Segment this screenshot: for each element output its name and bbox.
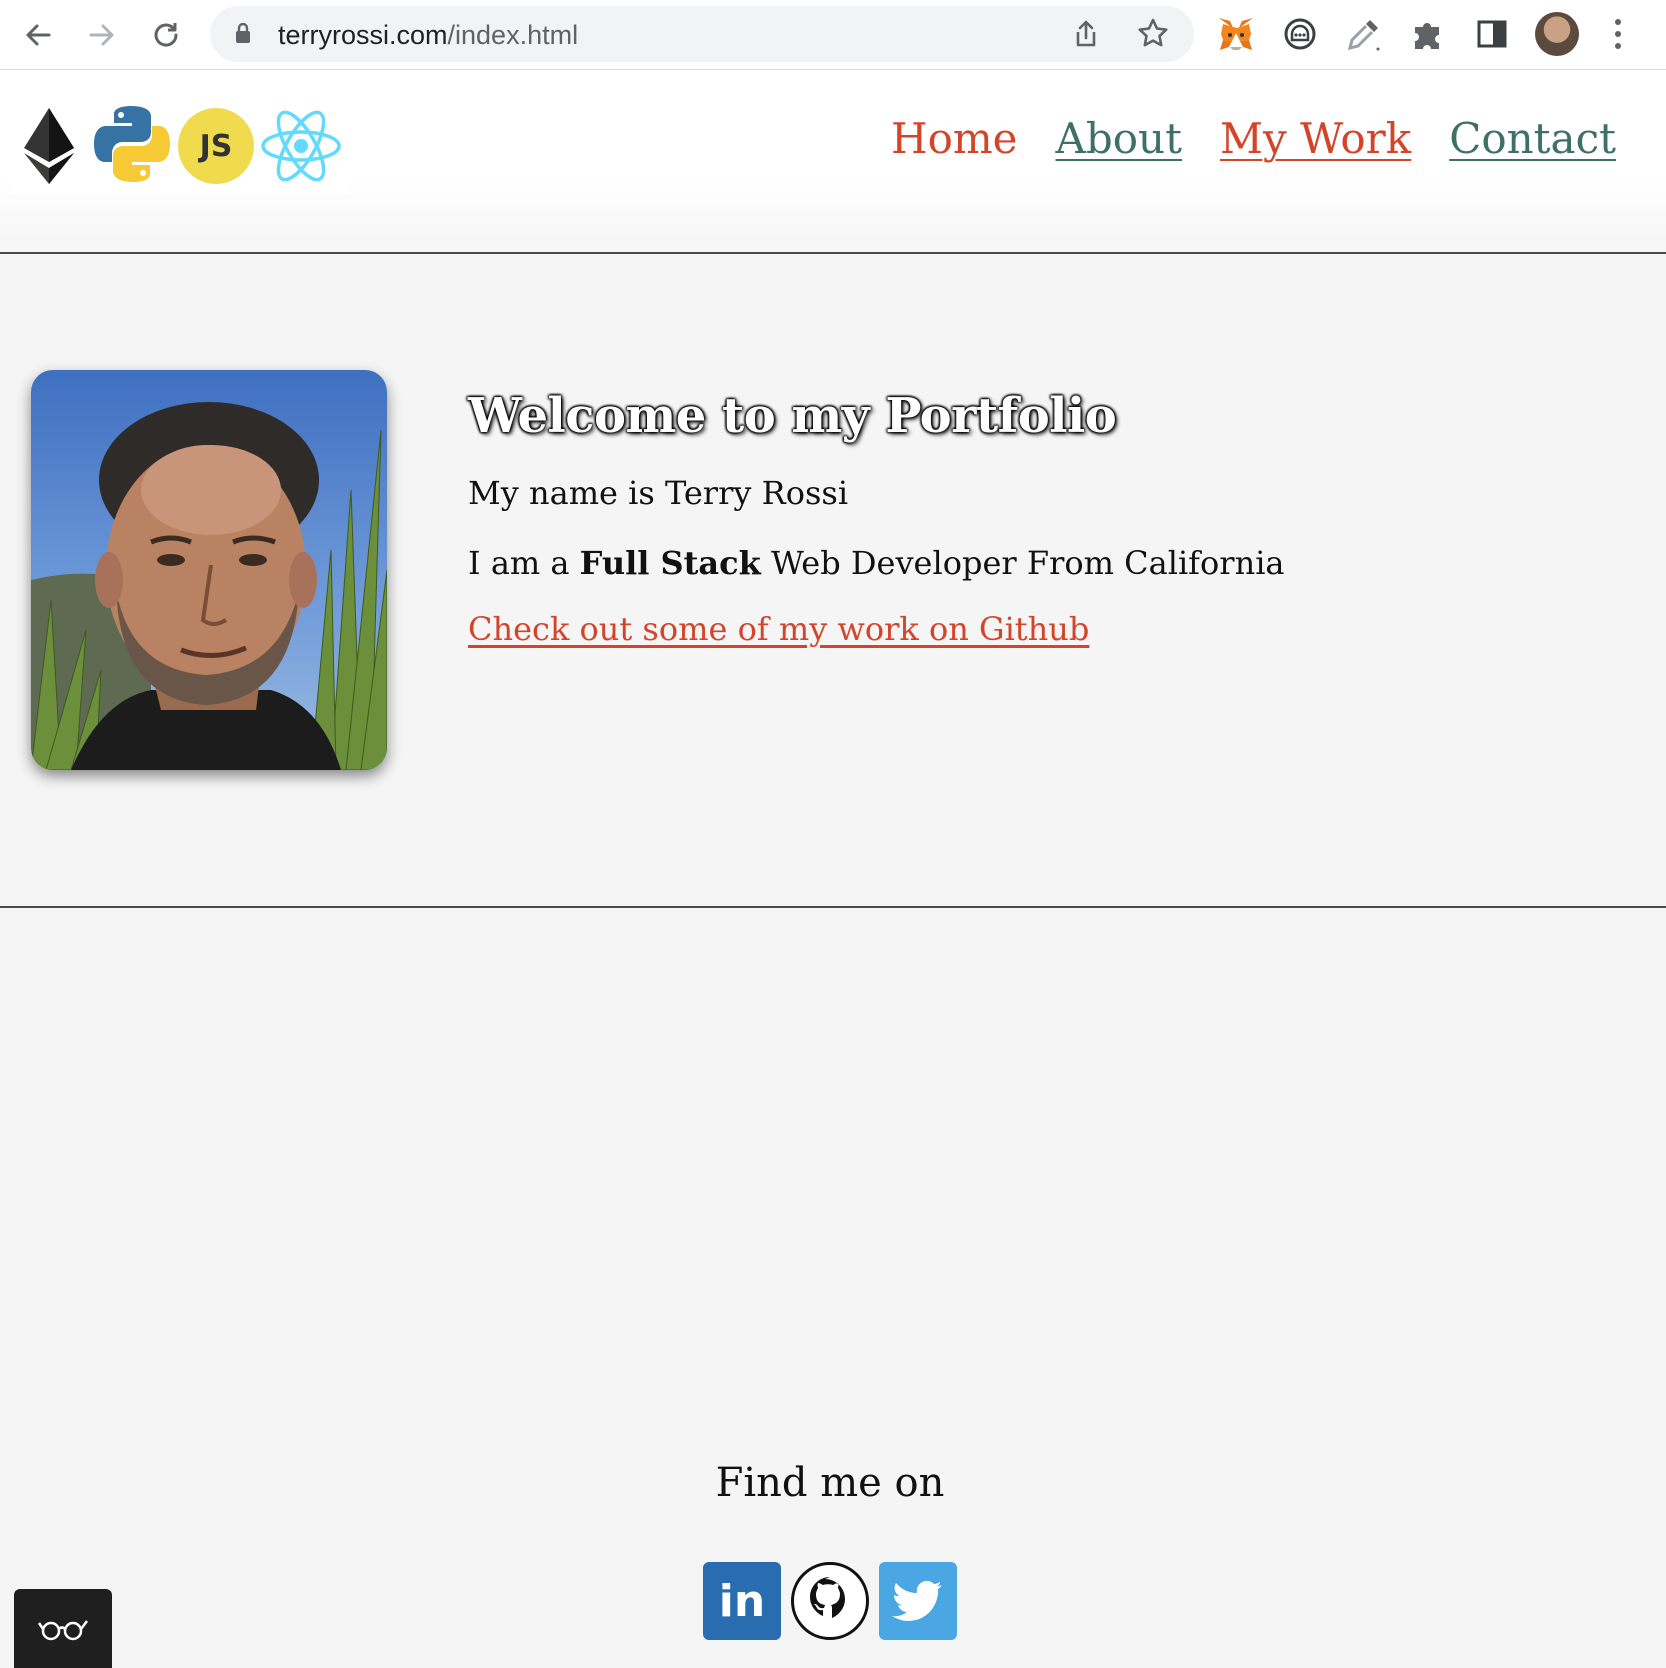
share-icon[interactable] [1070, 18, 1102, 50]
role-suffix: Web Developer From California [760, 544, 1285, 582]
star-icon[interactable] [1136, 16, 1170, 50]
address-bar[interactable]: terryrossi.com/index.html [210, 6, 1194, 62]
glasses-icon [37, 1619, 88, 1640]
linkedin-icon[interactable]: in [703, 1562, 781, 1640]
main-nav: Home About My Work Contact [891, 114, 1616, 163]
extensions-icon[interactable] [1408, 14, 1448, 54]
social-links: in [703, 1562, 957, 1640]
browser-toolbar: terryrossi.com/index.html [0, 0, 1666, 70]
hero-text: Welcome to my Portfolio My name is Terry… [468, 388, 1618, 648]
github-icon[interactable] [791, 1562, 869, 1640]
role-bold: Full Stack [579, 544, 761, 582]
eyedropper-icon[interactable] [1344, 14, 1384, 54]
nav-my-work-link[interactable]: My Work [1220, 114, 1411, 163]
nav-home-link[interactable]: Home [891, 114, 1018, 163]
forward-icon[interactable] [80, 13, 124, 57]
chat-extension-icon[interactable] [1280, 14, 1320, 54]
nav-contact-link[interactable]: Contact [1449, 114, 1616, 163]
name-line: My name is Terry Rossi [468, 474, 849, 512]
find-me-heading: Find me on [715, 1460, 945, 1506]
hero-section: Welcome to my Portfolio My name is Terry… [0, 254, 1666, 908]
site-header: JS Home About My Work Contact [0, 70, 1666, 254]
react-logo [261, 110, 341, 182]
url-domain: terryrossi.com [278, 20, 448, 50]
javascript-logo: JS [178, 108, 254, 184]
url-path: /index.html [447, 20, 579, 50]
menu-icon[interactable] [1608, 14, 1628, 54]
profile-photo [31, 370, 387, 770]
ethereum-logo [24, 108, 74, 184]
reload-icon[interactable] [144, 13, 188, 57]
side-panel-icon[interactable] [1472, 14, 1512, 54]
back-icon[interactable] [16, 13, 60, 57]
javascript-logo-label: JS [199, 128, 233, 164]
linkedin-label: in [718, 1575, 766, 1627]
twitter-icon[interactable] [879, 1562, 957, 1640]
profile-avatar[interactable] [1535, 12, 1579, 56]
url-text[interactable]: terryrossi.com/index.html [278, 20, 578, 51]
reader-mode-button[interactable] [14, 1589, 112, 1668]
role-line: I am a Full Stack Web Developer From Cal… [468, 544, 1618, 582]
nav-about-link[interactable]: About [1056, 114, 1182, 163]
python-logo [94, 106, 170, 182]
lock-icon[interactable] [236, 23, 250, 43]
metamask-icon[interactable] [1216, 14, 1256, 54]
page-title: Welcome to my Portfolio [468, 388, 1117, 444]
github-work-link[interactable]: Check out some of my work on Github [468, 610, 1089, 648]
role-prefix: I am a [468, 544, 580, 582]
logo-strip: JS [10, 98, 350, 194]
